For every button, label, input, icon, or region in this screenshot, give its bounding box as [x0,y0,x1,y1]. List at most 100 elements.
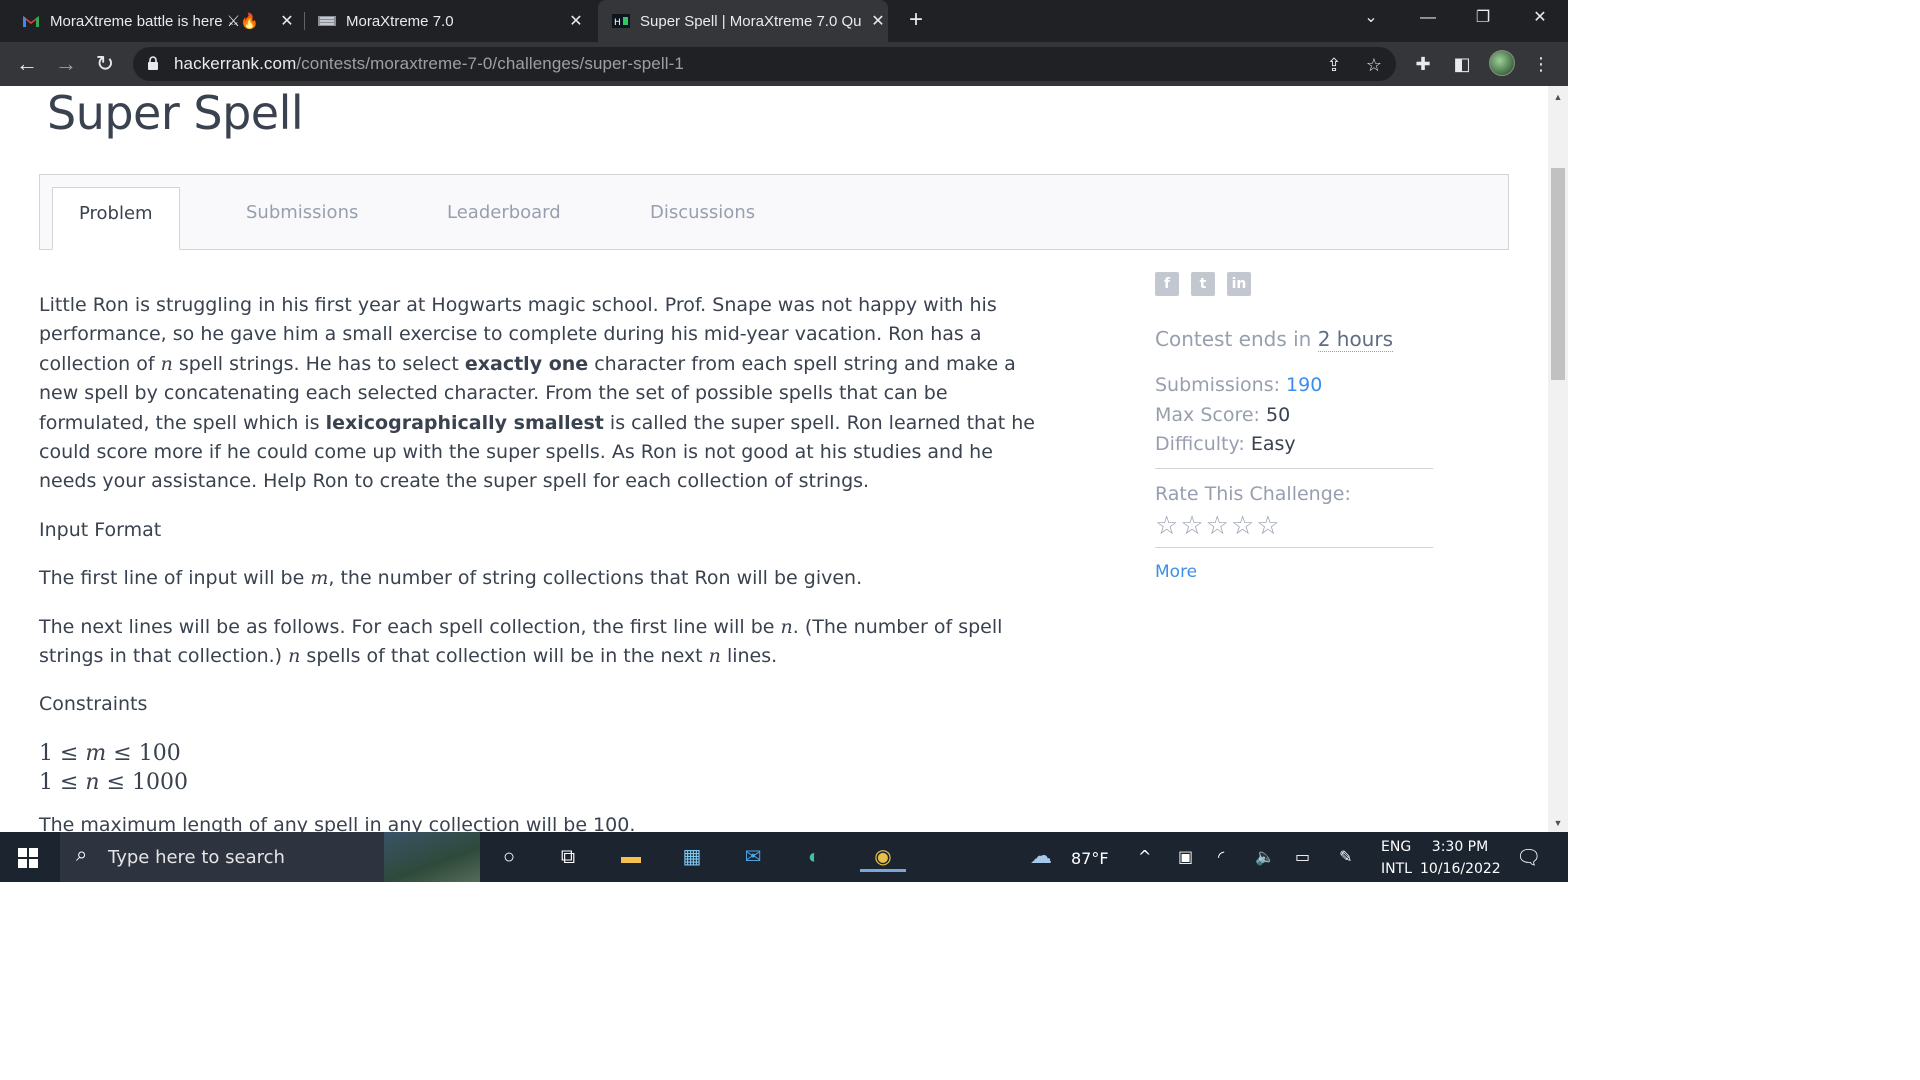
close-window-button[interactable]: ✕ [1520,0,1560,36]
weather-temp: 87°F [1071,849,1109,868]
math-var: n [160,352,173,375]
input-text: lines. [720,645,778,668]
chrome-icon[interactable]: ◉ [860,842,906,872]
restore-button[interactable]: ❐ [1463,0,1503,36]
challenge-stats: Submissions: 190 Max Score: 50 Difficult… [1155,371,1433,460]
tab-title: Super Spell | MoraXtreme 7.0 Qu [640,12,862,30]
forward-button[interactable]: → [52,50,80,78]
constraint-var: m [85,740,107,766]
browser-toolbar: ← → ↻ hackerrank.com/contests/moraxtreme… [0,42,1568,86]
tray-display-icon[interactable]: ▣ [1178,847,1193,897]
windows-start-icon[interactable] [18,848,38,868]
notifications-icon[interactable]: 🗨 [1516,845,1541,895]
share-icon[interactable]: ⇪ [1323,54,1345,76]
browser-tab-bar: MoraXtreme battle is here ⚔🔥 ✕ MoraXtrem… [0,0,1568,42]
linkedin-icon[interactable]: in [1227,272,1251,296]
close-icon[interactable]: ✕ [277,11,297,31]
moraxtreme-logo-icon [318,13,336,29]
challenge-title: Super Spell [47,86,304,140]
input-text: , the number of string collections that … [328,567,863,590]
divider [1155,546,1433,548]
difficulty-stat: Difficulty: Easy [1155,430,1433,460]
language-indicator[interactable]: ENG INTL [1379,832,1419,882]
profile-avatar[interactable] [1489,50,1515,76]
search-placeholder: Type here to search [108,847,285,868]
constraints-math: 1 ≤ m ≤ 100 1 ≤ n ≤ 1000 [39,739,1049,797]
cortana-icon[interactable]: ○ [494,842,524,872]
mail-icon[interactable]: ✉ [738,842,768,872]
store-icon[interactable]: ▦ [677,842,707,872]
pen-icon[interactable]: ✎ [1339,847,1352,897]
star-icon[interactable]: ☆ [1256,511,1281,541]
rating-stars: ☆☆☆☆☆ [1155,511,1433,541]
scroll-down-icon[interactable]: ▼ [1548,818,1568,828]
contest-ends-value: 2 hours [1317,327,1393,352]
edge-icon[interactable]: ◐ [799,842,829,872]
intro-bold: exactly one [464,352,589,375]
math-var: n [708,645,721,668]
file-explorer-icon[interactable]: ▬ [616,842,646,872]
star-icon[interactable]: ☆ [1206,511,1231,541]
more-link[interactable]: More [1155,562,1433,582]
star-icon[interactable]: ☆ [1155,511,1180,541]
wifi-icon[interactable]: ◜ [1218,847,1224,897]
problem-intro: Little Ron is struggling in his first ye… [39,291,1049,497]
svg-text:H: H [614,18,621,28]
stat-value: Easy [1250,433,1296,455]
facebook-icon[interactable]: f [1155,272,1179,296]
tab-title: MoraXtreme 7.0 [346,12,454,30]
scroll-thumb[interactable] [1551,168,1565,380]
constraints-heading: Constraints [39,693,148,716]
star-icon[interactable]: ☆ [1180,511,1205,541]
volume-icon[interactable]: 🔈 [1255,847,1275,897]
tab-problem[interactable]: Problem [52,187,180,250]
tab-divider [304,12,305,30]
clock[interactable]: 3:30 PM 10/16/2022 [1420,832,1510,882]
rate-label: Rate This Challenge: [1155,482,1351,505]
tab-submissions[interactable]: Submissions [220,187,384,251]
page-scrollbar[interactable]: ▲ ▼ [1548,86,1568,832]
taskbar-search[interactable]: ⌕ Type here to search [60,832,480,882]
constraint-hi: 1000 [132,769,189,795]
extensions-icon[interactable]: ✚ [1411,52,1435,76]
browser-tab-super-spell[interactable]: H Super Spell | MoraXtreme 7.0 Qu ✕ [598,0,888,42]
star-icon[interactable]: ☆ [1231,511,1256,541]
clock-time: 3:30 PM [1431,839,1489,855]
stat-label: Difficulty: [1155,433,1251,455]
tray-chevron-icon[interactable]: ^ [1138,847,1151,897]
reload-button[interactable]: ↻ [91,50,119,78]
minimize-button[interactable]: — [1408,0,1448,36]
browser-tab-gmail[interactable]: MoraXtreme battle is here ⚔🔥 ✕ [22,0,297,42]
submissions-link[interactable]: 190 [1286,374,1322,396]
weather-widget[interactable]: ☁ 87°F [1030,832,1120,882]
battery-icon[interactable]: ▭ [1295,847,1310,897]
scroll-up-icon[interactable]: ▲ [1548,92,1568,102]
url-path: /contests/moraxtreme-7-0/challenges/supe… [296,54,684,73]
browser-tab-moraxtreme[interactable]: MoraXtreme 7.0 ✕ [318,0,586,42]
page-content: Super Spell Problem Submissions Leaderbo… [0,86,1548,832]
task-view-icon[interactable]: ⧉ [553,842,583,872]
back-button[interactable]: ← [13,50,41,78]
side-panel-icon[interactable]: ◧ [1450,52,1474,76]
social-share: f t in [1155,272,1433,296]
input-text: The first line of input will be [39,567,311,590]
constraint-lo: 1 [39,740,53,766]
input-text: spells of that collection will be in the… [300,645,709,668]
tab-discussions[interactable]: Discussions [624,187,781,251]
tab-leaderboard[interactable]: Leaderboard [421,187,587,251]
stat-value: 50 [1265,403,1291,426]
close-icon[interactable]: ✕ [566,11,586,31]
intro-text: spell strings. He has to select [172,352,465,375]
lang-top: ENG [1381,839,1412,855]
challenge-tabs: Problem Submissions Leaderboard Discussi… [39,174,1509,250]
divider [1155,467,1433,469]
close-icon[interactable]: ✕ [868,11,888,31]
windows-taskbar: ⌕ Type here to search ○ ⧉ ▬ ▦ ✉ ◐ ◉ ☁ 87… [0,832,1568,882]
twitter-icon[interactable]: t [1191,272,1215,296]
address-bar[interactable]: hackerrank.com/contests/moraxtreme-7-0/c… [133,47,1396,81]
menu-kebab-icon[interactable]: ⋮ [1529,52,1553,76]
math-var: n [288,645,301,668]
new-tab-button[interactable]: + [903,8,929,34]
tab-search-icon[interactable]: ⌄ [1351,0,1391,36]
bookmark-star-icon[interactable]: ☆ [1363,54,1385,76]
